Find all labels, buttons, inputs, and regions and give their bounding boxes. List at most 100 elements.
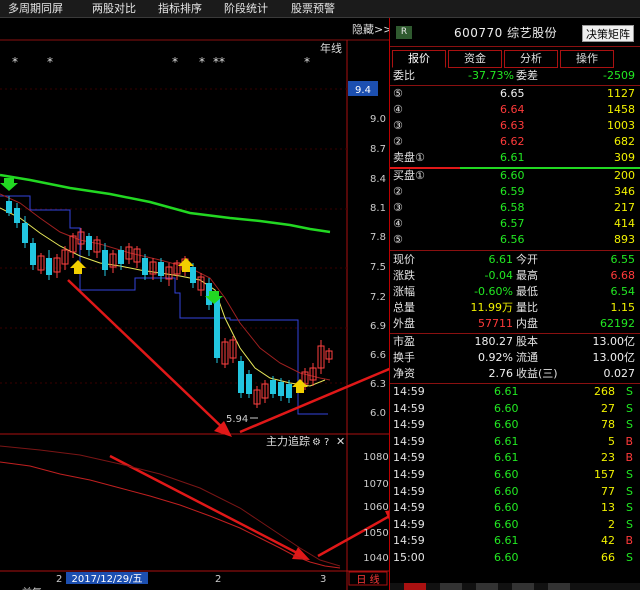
tick-time: 14:59 <box>393 401 425 415</box>
candle <box>317 340 325 374</box>
toolbar-indicator-sort[interactable]: 指标排序 <box>158 1 202 17</box>
panel-bottom-tab[interactable] <box>548 583 570 590</box>
tick-row: 14:59 6.60 78 S <box>390 417 640 433</box>
tick-price: 6.61 <box>494 451 519 465</box>
hide-button[interactable]: 隐藏>> <box>352 23 389 36</box>
panel-bottom-tab[interactable] <box>440 583 462 590</box>
indicator-name: 主力追踪 <box>266 434 310 448</box>
sell-order-row: 卖盘① 6.61 309 <box>393 151 635 164</box>
tick-side: S <box>626 551 633 564</box>
panel-bottom-tab[interactable] <box>512 583 534 590</box>
tick-price: 6.60 <box>494 551 519 564</box>
toolbar-compare[interactable]: 两股对比 <box>92 1 136 17</box>
help-icon[interactable]: ? <box>324 437 329 448</box>
tick-volume: 66 <box>601 551 615 564</box>
tick-price: 6.60 <box>494 484 519 498</box>
panel-bottom-tabs <box>390 583 640 590</box>
settings-gear-icon[interactable]: ⚙ <box>312 437 321 448</box>
price-tick: 8.4 <box>370 174 386 185</box>
event-marker: * <box>12 55 18 69</box>
stock-code: 600770 综艺股份 <box>454 26 558 40</box>
indicator-tick: 1040 <box>363 553 388 564</box>
tick-volume: 78 <box>601 418 615 432</box>
tick-side: B <box>625 534 633 548</box>
event-marker: ** <box>213 55 225 69</box>
mid-moving-average <box>0 193 331 381</box>
toolbar-multi-period[interactable]: 多周期同屏 <box>8 1 63 17</box>
indicator-tick: 1080 <box>363 452 388 463</box>
tick-price: 6.60 <box>494 401 519 415</box>
tick-row: 14:59 6.60 2 S <box>390 517 640 533</box>
candle <box>46 250 52 280</box>
buy-order-row: 买盘① 6.60 200 <box>393 169 635 182</box>
period-label: 年线 <box>320 41 342 55</box>
tab-funds[interactable]: 资金 <box>448 50 502 68</box>
sell-order-row: ⑤ 6.65 1127 <box>393 87 635 100</box>
tick-volume: 157 <box>594 468 615 481</box>
candle <box>61 246 69 270</box>
candle <box>133 246 141 268</box>
tick-side: S <box>626 517 633 531</box>
price-grid <box>0 88 347 384</box>
panel-bottom-tab[interactable] <box>476 583 498 590</box>
order-diff-label: 委差 <box>516 69 538 82</box>
toolbar-period-stats[interactable]: 阶段统计 <box>224 1 268 17</box>
event-markers: * * * * ** * <box>12 55 310 69</box>
tick-volume: 42 <box>601 534 615 548</box>
candle <box>229 336 237 363</box>
tab-quote[interactable]: 报价 <box>392 50 446 68</box>
restore-adjust-tab[interactable]: 前复 <box>22 586 42 590</box>
tick-price: 6.60 <box>494 418 519 432</box>
quote-stat-row: 现价 6.61 今开 6.55 <box>393 253 635 266</box>
buy-order-row: ④ 6.57 414 <box>393 217 635 230</box>
close-icon[interactable]: ✕ <box>336 435 345 448</box>
panel-bottom-tab[interactable] <box>404 583 426 590</box>
tick-price: 6.61 <box>494 434 519 448</box>
candle <box>246 370 252 398</box>
sell-order-row: ④ 6.64 1458 <box>393 103 635 116</box>
quote-stat-row: 涨跌 -0.04 最高 6.68 <box>393 269 635 282</box>
toolbar-stock-alert[interactable]: 股票预警 <box>291 1 335 17</box>
up-signal-icon <box>292 379 308 393</box>
stock-name: 综艺股份 <box>507 26 558 40</box>
day-period-tag[interactable]: 日 线 <box>356 573 379 586</box>
price-tick: 6.9 <box>370 321 386 332</box>
tick-row: 14:59 6.60 13 S <box>390 500 640 516</box>
tick-side: S <box>626 385 633 398</box>
top-toolbar: 多周期同屏 两股对比 指标排序 阶段统计 股票预警 <box>0 0 640 18</box>
stock-header: R 600770 综艺股份 决策矩阵 <box>390 22 640 42</box>
tick-volume: 2 <box>608 517 615 531</box>
price-tick: 7.8 <box>370 232 386 243</box>
decision-matrix-button[interactable]: 决策矩阵 <box>582 25 634 42</box>
low-price-label: 5.94 <box>226 414 248 425</box>
tick-row: 15:00 6.60 66 S <box>390 550 640 566</box>
tick-row: 14:59 6.60 27 S <box>390 401 640 417</box>
kline-chart-panel[interactable]: 隐藏>> 年线 * * * * ** * 9.4 9.0 8.7 8.4 8.1… <box>0 18 389 590</box>
indicator-axis-ticks: 1080 1070 1060 1050 1040 <box>363 452 388 564</box>
down-signal-icon <box>0 178 18 191</box>
tick-row: 14:59 6.60 157 S <box>390 467 640 483</box>
tick-side: S <box>626 401 633 415</box>
tab-analysis[interactable]: 分析 <box>504 50 558 68</box>
tab-operation[interactable]: 操作 <box>560 50 614 68</box>
tick-time: 14:59 <box>393 484 425 498</box>
tick-time: 14:59 <box>393 517 425 531</box>
candle <box>261 380 269 403</box>
tick-side: S <box>626 468 633 481</box>
tick-price: 6.60 <box>494 501 519 515</box>
tick-price: 6.61 <box>494 385 519 398</box>
candle <box>173 260 181 280</box>
candle <box>190 263 196 288</box>
short-moving-average <box>0 207 326 387</box>
kline-chart[interactable]: 隐藏>> 年线 * * * * ** * 9.4 9.0 8.7 8.4 8.1… <box>0 18 389 590</box>
price-tick: 6.0 <box>370 408 386 419</box>
tick-time: 14:59 <box>393 418 425 432</box>
quote-stat-row: 涨幅 -0.60% 最低 6.54 <box>393 285 635 298</box>
order-diff-value: -2509 <box>603 69 635 82</box>
long-moving-average <box>0 173 331 234</box>
candle <box>93 236 101 258</box>
candle <box>37 253 45 274</box>
up-signal-icon <box>70 260 86 274</box>
candle <box>77 228 85 250</box>
indicator-tick: 1050 <box>363 528 388 539</box>
